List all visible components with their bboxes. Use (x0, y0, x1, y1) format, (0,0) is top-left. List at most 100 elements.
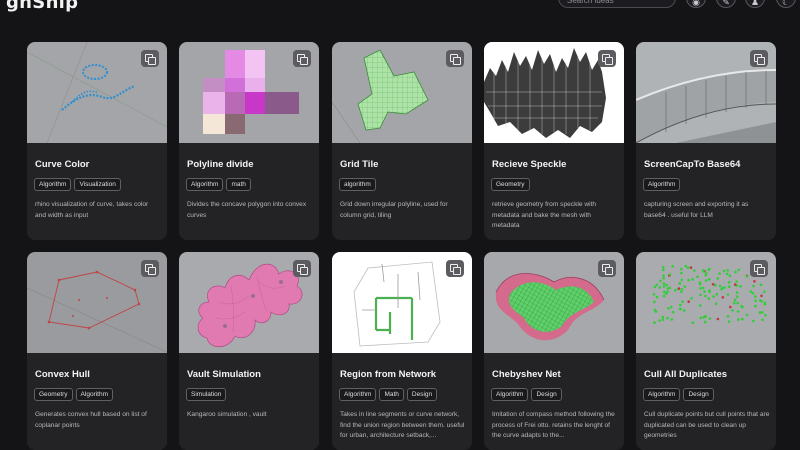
point-marker (690, 297, 693, 300)
card-curve-color[interactable]: Curve Color Algorithm Visualization rhino… (27, 42, 167, 240)
point-marker (753, 280, 756, 283)
card-screencap-base64[interactable]: ScreenCapTo Base64 Algorithm capturing s… (636, 42, 776, 240)
point-marker (684, 264, 688, 268)
card-recieve-speckle[interactable]: Recieve Speckle Geometry retrieve geomet… (484, 42, 624, 240)
point-marker (736, 301, 739, 305)
point-marker (758, 311, 762, 314)
card-thumbnail (179, 252, 319, 353)
tag[interactable]: Algorithm (491, 388, 529, 401)
tag[interactable]: Algorithm (643, 178, 681, 191)
copy-icon[interactable] (750, 260, 768, 277)
point-marker (661, 265, 665, 269)
point-marker (689, 266, 693, 269)
point-marker (711, 283, 715, 286)
card-title: Grid Tile (340, 159, 379, 170)
point-marker (749, 290, 753, 293)
card-title: Chebyshev Net (492, 369, 561, 380)
card-title: Polyline divide (187, 159, 254, 170)
card-description: Grid down irregular polyline, used for c… (340, 201, 448, 219)
copy-icon[interactable] (293, 260, 311, 277)
search-input[interactable]: Search ideas (558, 0, 676, 8)
card-polyline-divide[interactable]: Polyline divide Algorithm math Divides th… (179, 42, 319, 240)
point-marker (655, 283, 658, 287)
copy-icon[interactable] (598, 260, 616, 277)
copy-icon[interactable] (293, 50, 311, 67)
point-marker (725, 272, 729, 276)
card-thumbnail (636, 42, 776, 143)
point-marker (721, 296, 725, 299)
point-marker (658, 286, 662, 289)
profile-button[interactable]: ♟ (745, 0, 765, 8)
point-marker (736, 310, 740, 313)
point-marker (680, 288, 684, 291)
copy-icon[interactable] (141, 50, 159, 67)
card-cull-all-duplicates[interactable]: Cull All Duplicates Algorithm Design Cull… (636, 252, 776, 450)
point-marker (661, 315, 665, 319)
point-marker (683, 309, 686, 312)
theme-icon: ☾ (781, 0, 791, 7)
point-marker (652, 293, 656, 296)
edit-button[interactable]: ✎ (716, 0, 736, 8)
theme-toggle-button[interactable]: ☾ (776, 0, 796, 8)
point-marker (734, 270, 737, 274)
point-marker (702, 269, 705, 272)
point-marker (701, 286, 705, 290)
tag[interactable]: algorithm (339, 178, 376, 191)
point-marker (704, 279, 708, 282)
card-vault-simulation[interactable]: Vault Simulation Simulation Kangaroo sim… (179, 252, 319, 450)
tag[interactable]: Algorithm (339, 388, 377, 401)
tag[interactable]: Design (531, 388, 562, 401)
tag[interactable]: Algorithm (75, 388, 114, 401)
card-region-from-network[interactable]: Region from Network Algorithm Math Design … (332, 252, 472, 450)
card-thumbnail (179, 42, 319, 143)
tag[interactable]: Geometry (34, 388, 73, 401)
tag[interactable]: Geometry (491, 178, 530, 191)
point-marker (698, 304, 702, 307)
card-title: Cull All Duplicates (644, 369, 728, 380)
github-button[interactable]: ◉ (686, 0, 706, 8)
point-marker (708, 317, 712, 320)
point-marker (698, 282, 702, 286)
point-marker (722, 269, 726, 273)
point-marker (671, 264, 674, 268)
copy-icon[interactable] (446, 50, 464, 67)
tag[interactable]: Math (379, 388, 404, 401)
point-marker (662, 276, 665, 280)
tag[interactable]: Design (406, 388, 438, 401)
point-marker (763, 290, 766, 294)
card-thumbnail (27, 42, 167, 143)
tag[interactable]: Algorithm (34, 178, 72, 191)
tag[interactable]: Simulation (186, 388, 227, 401)
point-marker (726, 269, 729, 272)
point-marker (737, 318, 740, 321)
copy-icon[interactable] (141, 260, 159, 277)
point-marker (754, 299, 757, 303)
point-marker (764, 313, 767, 317)
point-marker (680, 271, 683, 275)
user-icon: ♟ (750, 0, 760, 7)
tag[interactable]: Design (683, 388, 714, 401)
pen-icon: ✎ (722, 0, 730, 7)
point-marker (666, 316, 669, 320)
point-marker (712, 295, 715, 298)
card-description: Imitation of compass method following th… (492, 411, 615, 439)
card-description: Kangaroo simulation , vault (187, 411, 267, 418)
card-chebyshev-net[interactable]: Chebyshev Net Algorithm Design Imitation … (484, 252, 624, 450)
top-bar: ghShip Search ideas ◉ ✎ ♟ ☾ (0, 0, 800, 20)
card-grid-tile[interactable]: Grid Tile algorithm Grid down irregular … (332, 42, 472, 240)
app-logo[interactable]: ghShip (6, 0, 78, 13)
point-marker (658, 319, 661, 322)
card-thumbnail (27, 252, 167, 353)
point-marker (727, 320, 731, 323)
copy-icon[interactable] (750, 50, 768, 67)
point-marker (699, 316, 702, 320)
copy-icon[interactable] (598, 50, 616, 67)
copy-icon[interactable] (446, 260, 464, 277)
card-convex-hull[interactable]: Convex Hull Geometry Algorithm Generates … (27, 252, 167, 450)
tag[interactable]: Visualization (74, 178, 121, 191)
point-marker (668, 286, 672, 290)
tag[interactable]: Algorithm (186, 178, 224, 191)
card-tags: Algorithm (643, 178, 683, 196)
tag[interactable]: Algorithm (643, 388, 681, 401)
tag[interactable]: math (226, 178, 251, 191)
